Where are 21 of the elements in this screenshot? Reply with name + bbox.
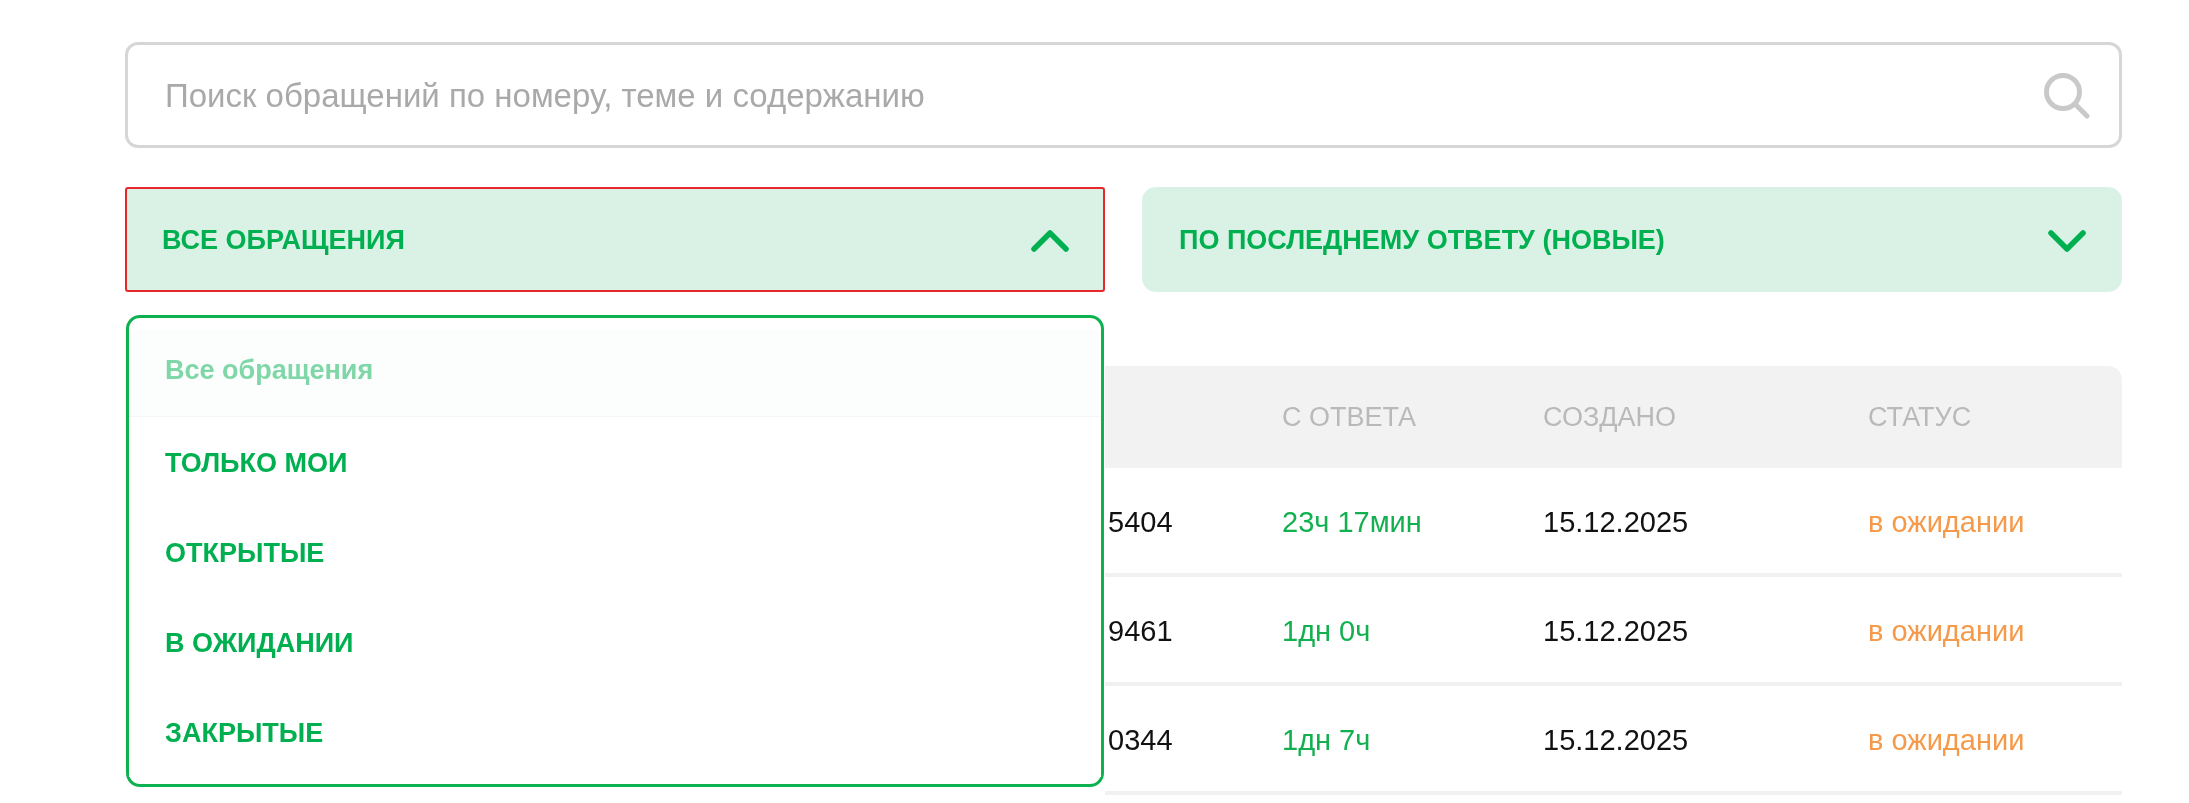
sort-dropdown[interactable]: ПО ПОСЛЕДНЕМУ ОТВЕТУ (НОВЫЕ) [1142,187,2122,292]
table-cell: 5404 [1108,505,1173,539]
table-cell: 15.12.2025 [1543,723,1689,757]
search-field[interactable]: Поиск обращений по номеру, теме и содержанию [125,42,2122,148]
table-cell: 0344 [1108,723,1173,757]
table-cell: 9461 [1108,614,1173,648]
status-text: в ожидании [1868,723,2025,757]
column-header: СОЗДАНО [1543,401,1676,433]
search-icon[interactable] [2044,73,2090,119]
column-header: С ОТВЕТА [1282,401,1417,433]
column-header: СТАТУС [1868,401,1972,433]
table-cell: 1дн 7ч [1282,723,1371,757]
filter-dropdown[interactable]: ВСЕ ОБРАЩЕНИЯ [125,187,1105,292]
table-cell: 15.12.2025 [1543,505,1689,539]
table-cell: 1дн 0ч [1282,614,1371,648]
table-cell: 15.12.2025 [1543,614,1689,648]
chevron-up-icon [1031,229,1069,252]
status-text: в ожидании [1868,505,2025,539]
status-text: в ожидании [1868,614,2025,648]
chevron-down-icon [2048,229,2086,252]
table-cell: 23ч 17мин [1282,505,1422,539]
